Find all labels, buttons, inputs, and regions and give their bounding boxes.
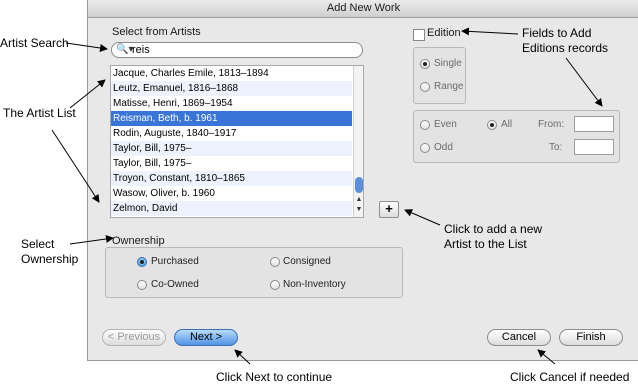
arrow-artist-list-up — [69, 79, 106, 109]
annotation-arrows — [51, 27, 603, 365]
arrow-artist-list-down — [51, 129, 100, 203]
arrow-edition-fields — [565, 57, 603, 107]
arrow-add-artist — [404, 209, 441, 226]
arrow-artist-search — [65, 42, 108, 52]
arrow-cancel — [537, 349, 556, 365]
arrow-next — [234, 349, 251, 365]
arrow-ownership — [69, 235, 114, 245]
arrow-edition — [461, 27, 519, 36]
